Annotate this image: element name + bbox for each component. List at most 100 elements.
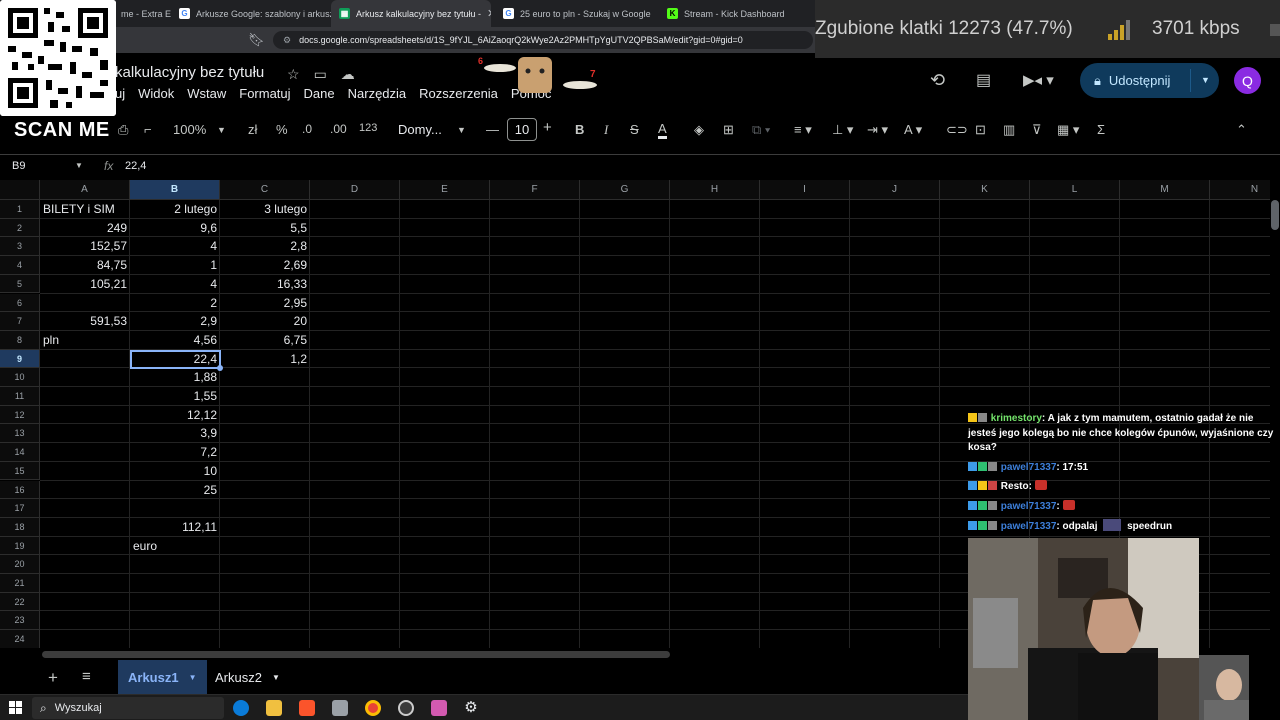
cell-b12[interactable]: 12,12 [130, 406, 220, 424]
url-field[interactable]: ⚙ docs.google.com/spreadsheets/d/1S_9fYJ… [273, 31, 813, 49]
row-header[interactable]: 20 [0, 555, 40, 574]
column-header-n[interactable]: N [1210, 180, 1270, 200]
increase-font-size-icon[interactable]: + [543, 119, 552, 136]
filter-icon[interactable]: ⊽ [1032, 122, 1042, 138]
row-header[interactable]: 24 [0, 630, 40, 648]
text-wrap-icon[interactable]: ⇥ ▾ [867, 122, 888, 138]
row-header[interactable]: 7 [0, 312, 40, 331]
column-header-g[interactable]: G [580, 180, 670, 200]
file-explorer-icon[interactable] [266, 700, 282, 716]
column-header-m[interactable]: M [1120, 180, 1210, 200]
cell-c2[interactable]: 5,5 [220, 219, 310, 237]
menu-edit[interactable]: uj [115, 86, 125, 101]
windows-start-icon[interactable] [9, 701, 22, 714]
formula-input[interactable]: 22,4 [125, 160, 146, 172]
column-header-h[interactable]: H [670, 180, 760, 200]
percent-format-button[interactable]: % [276, 122, 288, 137]
row-header[interactable]: 4 [0, 256, 40, 275]
cell-b15[interactable]: 10 [130, 462, 220, 480]
vertical-align-icon[interactable]: ⊥ ▾ [832, 122, 853, 138]
edge-browser-icon[interactable] [233, 700, 249, 716]
move-folder-icon[interactable]: ▭ [314, 66, 327, 83]
row-header[interactable]: 21 [0, 574, 40, 593]
cell-c9[interactable]: 1,2 [220, 350, 310, 368]
row-header[interactable]: 1 [0, 200, 40, 219]
app-icon[interactable] [332, 700, 348, 716]
merge-cells-icon[interactable]: ⧉ ▾ [752, 122, 770, 138]
cell-c3[interactable]: 2,8 [220, 237, 310, 255]
cell-a3[interactable]: 152,57 [40, 237, 130, 255]
collapse-toolbar-icon[interactable]: ⌃ [1236, 122, 1247, 138]
name-box-dropdown-icon[interactable]: ▼ [75, 161, 83, 170]
filter-views-icon[interactable]: ▦ ▾ [1057, 122, 1079, 138]
chevron-down-icon[interactable]: ▼ [272, 673, 280, 682]
paint-format-icon[interactable]: ⌐ [144, 122, 152, 137]
row-header[interactable]: 8 [0, 330, 40, 350]
column-header-e[interactable]: E [400, 180, 490, 200]
active-cell-selection[interactable] [130, 350, 221, 369]
share-button[interactable]: 🔒︎ Udostępnij ▼ [1080, 63, 1219, 98]
row-header[interactable]: 18 [0, 517, 40, 537]
row-header[interactable]: 2 [0, 218, 40, 238]
row-header[interactable]: 5 [0, 274, 40, 294]
settings-gear-icon[interactable]: ⚙ [463, 700, 479, 716]
column-header-c[interactable]: C [220, 180, 310, 200]
column-header-f[interactable]: F [490, 180, 580, 200]
cell-a5[interactable]: 105,21 [40, 275, 130, 293]
cell-b13[interactable]: 3,9 [130, 424, 220, 442]
cell-b7[interactable]: 2,9 [130, 312, 220, 330]
menu-insert[interactable]: Wstaw [187, 86, 226, 101]
close-tab-icon[interactable]: ✕ [487, 7, 491, 20]
row-header[interactable]: 23 [0, 611, 40, 631]
insert-comment-icon[interactable]: ⊡ [975, 122, 986, 138]
font-dropdown-icon[interactable]: ▼ [457, 125, 466, 135]
brave-browser-icon[interactable] [299, 700, 315, 716]
insert-link-icon[interactable]: ⊂⊃ [946, 122, 968, 138]
column-header-j[interactable]: J [850, 180, 940, 200]
select-all-corner[interactable] [0, 180, 40, 200]
cell-a4[interactable]: 84,75 [40, 256, 130, 274]
decrease-font-size-icon[interactable]: — [486, 122, 499, 137]
bookmark-icon[interactable]: 🔖︎ [248, 32, 265, 48]
functions-icon[interactable]: Σ [1097, 122, 1105, 137]
history-icon[interactable]: ⟲ [930, 64, 945, 96]
add-sheet-icon[interactable]: + [48, 668, 58, 688]
row-header[interactable]: 6 [0, 293, 40, 313]
more-formats-button[interactable]: 123 [359, 122, 377, 134]
column-header-b[interactable]: B [130, 180, 220, 200]
browser-tab[interactable]: me - Extra E [113, 0, 171, 27]
cell-b19[interactable]: euro [130, 537, 220, 555]
cell-a2[interactable]: 249 [40, 219, 130, 237]
row-header[interactable]: 17 [0, 499, 40, 518]
font-select[interactable]: Domy... [398, 122, 442, 137]
chrome-browser-icon[interactable] [365, 700, 381, 716]
menu-data[interactable]: Dane [304, 86, 335, 101]
app-icon[interactable] [431, 700, 447, 716]
row-header[interactable]: 15 [0, 461, 40, 481]
cell-a7[interactable]: 591,53 [40, 312, 130, 330]
increase-decimal-button[interactable]: .00 [330, 122, 347, 136]
row-header[interactable]: 11 [0, 387, 40, 406]
chevron-down-icon[interactable]: ▼ [189, 673, 197, 682]
document-title[interactable]: kalkulacyjny bez tytułu [115, 64, 264, 81]
cell-b11[interactable]: 1,55 [130, 387, 220, 405]
zoom-dropdown-icon[interactable]: ▼ [217, 125, 226, 135]
cell-c8[interactable]: 6,75 [220, 331, 310, 349]
browser-tab[interactable]: K Stream - Kick Dashboard [659, 0, 815, 27]
horizontal-scrollbar[interactable] [42, 651, 670, 658]
cell-c1[interactable]: 3 lutego [220, 200, 310, 218]
row-header[interactable]: 3 [0, 237, 40, 257]
cell-b8[interactable]: 4,56 [130, 331, 220, 349]
star-icon[interactable]: ☆ [287, 66, 300, 83]
account-avatar[interactable]: Q [1234, 67, 1261, 94]
row-header[interactable]: 14 [0, 443, 40, 462]
horizontal-align-icon[interactable]: ≡ ▾ [794, 122, 812, 138]
cell-b3[interactable]: 4 [130, 237, 220, 255]
cell-c6[interactable]: 2,95 [220, 294, 310, 312]
meet-video-icon[interactable]: ▶◂ ▾ [1023, 64, 1054, 96]
site-info-icon[interactable]: ⚙ [283, 35, 291, 46]
cell-b10[interactable]: 1,88 [130, 368, 220, 386]
cell-a1[interactable]: BILETY i SIM [40, 200, 130, 218]
comments-icon[interactable]: ▤ [976, 64, 991, 96]
cell-c4[interactable]: 2,69 [220, 256, 310, 274]
